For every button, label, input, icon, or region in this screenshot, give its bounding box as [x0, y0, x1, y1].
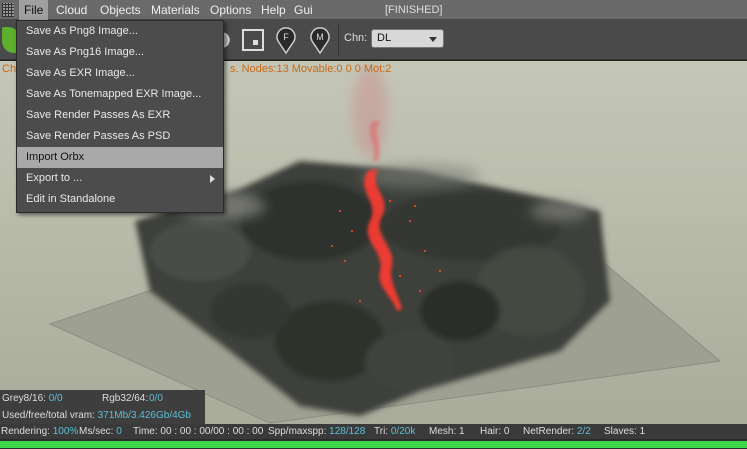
stats-prefix: Ch — [2, 63, 17, 75]
progress-fill — [0, 441, 747, 448]
tri-label: Tri: — [374, 426, 389, 437]
menu-options[interactable]: Options — [205, 0, 256, 20]
menu-item-import-orbx[interactable]: Import Orbx — [17, 147, 223, 168]
vram-label: Used/free/total vram: — [2, 410, 95, 421]
spp-label: Spp/maxspp: — [268, 426, 327, 437]
menu-item-save-png16[interactable]: Save As Png16 Image... — [17, 42, 223, 63]
toolbar-divider — [338, 24, 339, 56]
spp-stat: Spp/maxspp: 128/128 — [268, 424, 365, 439]
region-render-icon[interactable] — [240, 25, 270, 55]
menu-file[interactable]: File — [19, 0, 49, 20]
file-menu-dropdown: Save As Png8 Image... Save As Png16 Imag… — [16, 20, 224, 213]
render-status: [FINISHED] — [385, 4, 443, 16]
export-to-label: Export to ... — [26, 172, 83, 184]
netrender-value: 2/2 — [576, 426, 591, 437]
menu-item-edit-standalone[interactable]: Edit in Standalone — [17, 189, 223, 210]
tri-stat: Tri: 0/20k — [374, 424, 415, 439]
scene-stats: s. Nodes:13 Movable:0 0 0 Mot:2 — [230, 63, 392, 75]
spp-value: 128/128 — [329, 426, 366, 437]
slaves-value: 1 — [639, 426, 646, 437]
menu-item-export-to[interactable]: Export to ... — [17, 168, 223, 189]
menu-help[interactable]: Help — [256, 0, 291, 20]
rgb-label: Rgb32/64: — [102, 393, 149, 404]
mssec-label: Ms/sec: — [79, 426, 114, 437]
menu-item-save-tonemapped-exr[interactable]: Save As Tonemapped EXR Image... — [17, 84, 223, 105]
netrender-stat: NetRender: 2/2 — [523, 424, 591, 439]
menu-bar: File Cloud Objects Materials Options Hel… — [0, 0, 747, 20]
menu-item-save-exr[interactable]: Save As EXR Image... — [17, 63, 223, 84]
grey-label: Grey8/16: — [2, 393, 46, 404]
grid-icon[interactable] — [2, 3, 14, 17]
rendering-value: 100% — [52, 426, 79, 437]
rgb-value: 0/0 — [149, 393, 163, 404]
chevron-down-icon — [429, 37, 437, 42]
image-stats: Grey8/16: 0/0 Rgb32/64: 0/0 — [0, 390, 205, 407]
mssec-value: 0 — [116, 426, 122, 437]
focus-pin-icon[interactable]: F — [272, 25, 302, 55]
grey-value: 0/0 — [48, 393, 63, 404]
channel-label: Chn: — [344, 32, 368, 44]
mssec-stat: Ms/sec: 0 — [79, 424, 122, 439]
slaves-label: Slaves: — [604, 426, 637, 437]
status-bar: Rendering: 100% Ms/sec: 0 Time: 00 : 00 … — [0, 424, 747, 439]
mesh-value: 1 — [459, 426, 465, 437]
pin-m-label: M — [316, 32, 324, 42]
menu-objects[interactable]: Objects — [95, 0, 146, 20]
chevron-right-icon — [210, 175, 215, 183]
vram-value: 371Mb/3.426Gb/4Gb — [97, 410, 191, 421]
hair-stat: Hair: 0 — [480, 424, 509, 439]
menu-cloud[interactable]: Cloud — [51, 0, 92, 20]
time-label: Time: — [133, 426, 158, 437]
netrender-label: NetRender: — [523, 426, 575, 437]
render-progress-bar — [0, 439, 747, 449]
channel-select[interactable]: DL — [371, 29, 444, 48]
tri-value: 0/20k — [390, 426, 416, 437]
menu-materials[interactable]: Materials — [146, 0, 205, 20]
menu-gui[interactable]: Gui — [289, 0, 318, 20]
mesh-label: Mesh: — [429, 426, 457, 437]
slaves-stat: Slaves: 1 — [604, 424, 645, 439]
material-pin-icon[interactable]: M — [306, 25, 336, 55]
pin-f-label: F — [283, 32, 289, 42]
rendering-stat: Rendering: 100% — [1, 424, 78, 439]
mesh-stat: Mesh: 1 — [429, 424, 465, 439]
hair-value: 0 — [503, 426, 510, 437]
time-stat: Time: 00 : 00 : 00/00 : 00 : 00 — [133, 424, 263, 439]
menu-item-save-passes-psd[interactable]: Save Render Passes As PSD — [17, 126, 223, 147]
menu-item-save-passes-exr[interactable]: Save Render Passes As EXR — [17, 105, 223, 126]
time-value: 00 : 00 : 00/00 : 00 : 00 — [160, 426, 264, 437]
hair-label: Hair: — [480, 426, 502, 437]
menu-item-save-png8[interactable]: Save As Png8 Image... — [17, 21, 223, 42]
rendering-label: Rendering: — [1, 426, 50, 437]
vram-stats: Used/free/total vram: 371Mb/3.426Gb/4Gb — [0, 407, 205, 424]
channel-value: DL — [377, 32, 392, 44]
